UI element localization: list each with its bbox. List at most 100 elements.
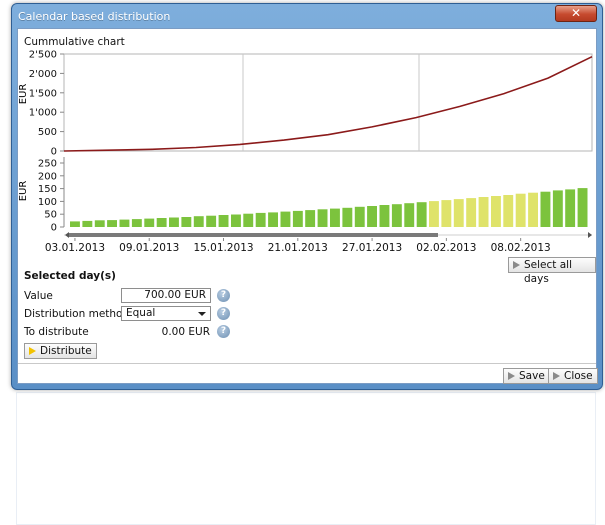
calendar-distribution-dialog: Calendar based distribution ✕ Cummulativ… <box>11 3 603 390</box>
daily-bar <box>119 219 130 227</box>
reflection-panel <box>16 392 596 525</box>
daily-y-tick-label: 100 <box>38 197 57 208</box>
daily-bar <box>379 205 390 227</box>
charts-area: 2'5002'0001'5001'0005000 EUR 25020015010… <box>18 50 593 254</box>
play-icon <box>508 372 515 380</box>
title-bar: Calendar based distribution ✕ <box>12 4 602 28</box>
daily-y-tick-label: 0 <box>51 223 57 234</box>
daily-y-axis: 250200 150 100 50 0 <box>38 159 64 234</box>
scroll-left-arrow-icon[interactable] <box>65 232 69 238</box>
daily-bar <box>255 212 266 227</box>
daily-bar <box>70 221 80 227</box>
daily-bar <box>330 208 340 227</box>
scroll-right-arrow-icon[interactable] <box>588 232 592 238</box>
daily-x-axis: 03.01.2013 09.01.2013 15.01.2013 21.01.2013… <box>45 238 551 254</box>
daily-y-tick-label: 200 <box>38 171 57 182</box>
value-help-icon[interactable]: ? <box>217 289 230 302</box>
cumulative-y-tick-label: 0 <box>51 147 57 158</box>
cumulative-y-tick-label: 2'000 <box>29 69 57 80</box>
daily-bar <box>441 200 452 227</box>
daily-bar <box>429 201 439 227</box>
daily-bar <box>305 210 316 227</box>
daily-bar <box>491 196 501 227</box>
daily-bar <box>181 217 192 227</box>
selected-days-heading: Selected day(s) <box>24 270 116 282</box>
daily-bar <box>391 204 402 227</box>
to-distribute-value: 0.00 EUR <box>161 326 210 338</box>
to-distribute-help-icon[interactable]: ? <box>217 325 230 338</box>
cumulative-plot-frame <box>63 53 593 152</box>
window-reflection <box>11 392 603 525</box>
daily-bar <box>243 213 254 227</box>
daily-bar <box>107 220 117 227</box>
daily-bar <box>404 203 415 227</box>
distribute-button[interactable]: Distribute <box>24 343 97 359</box>
to-distribute-label: To distribute <box>24 326 89 338</box>
daily-x-tick-label: 27.01.2013 <box>342 242 402 254</box>
daily-bar <box>317 209 328 227</box>
play-icon <box>553 372 560 380</box>
daily-bar <box>231 214 241 227</box>
distribution-method-label: Distribution method <box>24 308 130 320</box>
cumulative-y-tick-label: 500 <box>38 127 57 138</box>
daily-bar <box>206 215 217 227</box>
daily-bar <box>169 217 179 227</box>
cumulative-y-label: EUR <box>18 84 29 105</box>
dialog-content: Cummulative chart 2'500 2'000 1'500 1'000 50… <box>17 28 598 384</box>
daily-bar <box>342 207 353 227</box>
daily-x-tick-label: 21.01.2013 <box>268 242 328 254</box>
daily-bar <box>156 218 167 227</box>
daily-bar <box>354 206 365 227</box>
cumulative-y-axis: 2'500 2'000 1'500 1'000 500 0 <box>29 50 64 158</box>
daily-bar <box>466 198 477 227</box>
daily-bar <box>144 218 155 227</box>
cumulative-y-tick-label: 2'500 <box>29 50 57 61</box>
chevron-down-icon <box>198 312 206 316</box>
daily-bars[interactable] <box>70 188 588 227</box>
cumulative-series-line <box>63 55 593 152</box>
daily-y-tick-label: 150 <box>38 184 57 195</box>
daily-bar <box>280 211 291 227</box>
daily-bar <box>453 199 464 227</box>
daily-bar <box>503 195 514 227</box>
value-label: Value <box>24 290 53 302</box>
daily-x-tick-label: 09.01.2013 <box>119 242 179 254</box>
method-help-icon[interactable]: ? <box>217 307 230 320</box>
value-input[interactable]: 700.00 EUR <box>121 288 211 303</box>
window-close-button[interactable]: ✕ <box>555 5 597 22</box>
play-icon <box>29 347 36 355</box>
daily-bar <box>565 189 576 227</box>
play-icon <box>513 261 520 269</box>
daily-bar <box>193 216 204 227</box>
daily-y-tick-label: 250 <box>38 159 57 170</box>
daily-x-tick-label: 03.01.2013 <box>45 242 105 254</box>
footer-separator <box>18 363 596 364</box>
daily-bar <box>515 193 526 227</box>
cumulative-y-tick-label: 1'500 <box>29 88 57 99</box>
daily-y-tick-label: 50 <box>44 210 57 221</box>
distribution-method-select[interactable]: Equal <box>121 306 211 321</box>
daily-bar <box>552 190 563 227</box>
window-title: Calendar based distribution <box>18 10 171 23</box>
select-all-days-button[interactable]: Select all days <box>508 257 596 285</box>
save-button[interactable]: Save <box>503 368 550 384</box>
daily-bar <box>478 197 489 227</box>
daily-x-tick-label: 02.02.2013 <box>416 242 476 254</box>
close-button[interactable]: Close <box>548 368 598 384</box>
daily-bar <box>528 192 538 227</box>
daily-x-tick-label: 15.01.2013 <box>193 242 253 254</box>
daily-bar <box>577 188 588 227</box>
daily-bar <box>416 202 427 227</box>
daily-bar <box>94 220 105 227</box>
daily-bar <box>131 219 142 227</box>
daily-bar <box>540 191 551 227</box>
cumulative-y-tick-label: 1'000 <box>29 108 57 119</box>
daily-bar <box>292 210 303 227</box>
daily-bar <box>82 220 93 227</box>
daily-bar <box>367 206 377 227</box>
reflection-content <box>11 392 603 525</box>
daily-y-label: EUR <box>18 181 29 202</box>
timeline-scroll-thumb[interactable] <box>68 233 438 237</box>
daily-bar <box>268 212 278 227</box>
daily-bar <box>218 215 229 227</box>
